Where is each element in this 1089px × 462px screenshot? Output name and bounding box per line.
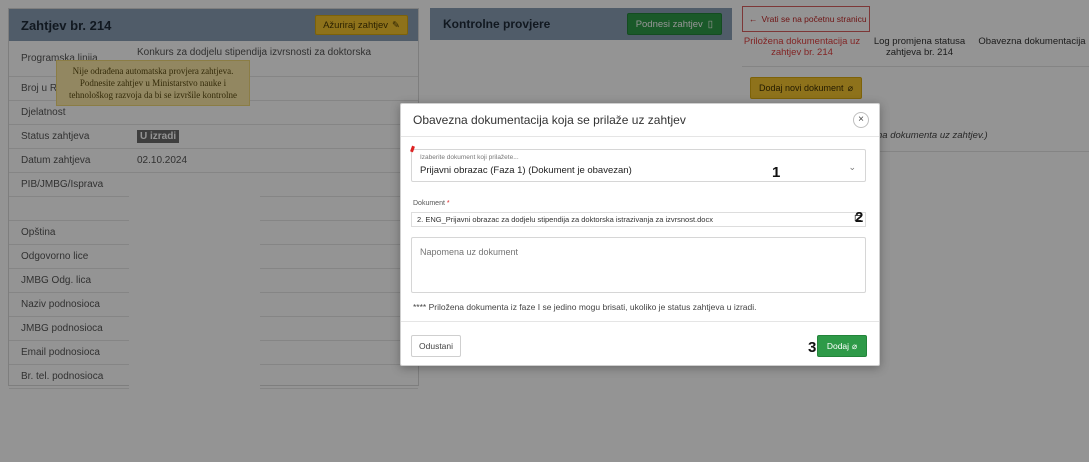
document-type-select[interactable]: Izaberite dokument koji prilažete... Pri…: [410, 145, 866, 182]
document-file-name: 2. ENG_Prijavni obrazac za dodjelu stipe…: [417, 215, 713, 224]
deletion-hint: **** Priložena dokumenta iz faze I se je…: [413, 302, 757, 312]
required-marker: [410, 145, 415, 153]
document-note-input[interactable]: [411, 237, 866, 293]
modal-header: Obavezna dokumentacija koja se prilaže u…: [401, 104, 879, 137]
document-field-label: Dokument *: [413, 200, 450, 207]
close-icon[interactable]: ×: [853, 112, 869, 128]
add-document-label: Dodaj: [826, 341, 850, 351]
cancel-button[interactable]: Odustani: [411, 335, 462, 357]
paperclip-icon: ⌀: [852, 340, 858, 351]
annotation-step-2: 2: [855, 209, 864, 226]
chevron-down-icon: ⌄: [848, 162, 856, 172]
select-value: Prijavni obrazac (Faza 1) (Dokument je o…: [420, 165, 632, 176]
select-label: Izaberite dokument koji prilažete...: [420, 154, 519, 161]
add-document-button[interactable]: Dodaj ⌀: [817, 335, 867, 357]
document-file-field[interactable]: 2. ENG_Prijavni obrazac za dodjelu stipe…: [411, 212, 866, 227]
document-field-label-text: Dokument: [413, 200, 445, 207]
annotation-step-3: 3: [808, 339, 817, 356]
mandatory-docs-modal: Obavezna dokumentacija koja se prilaže u…: [400, 103, 880, 366]
modal-title: Obavezna dokumentacija koja se prilaže u…: [413, 113, 686, 127]
required-star: *: [446, 200, 450, 207]
annotation-step-1: 1: [772, 164, 781, 181]
